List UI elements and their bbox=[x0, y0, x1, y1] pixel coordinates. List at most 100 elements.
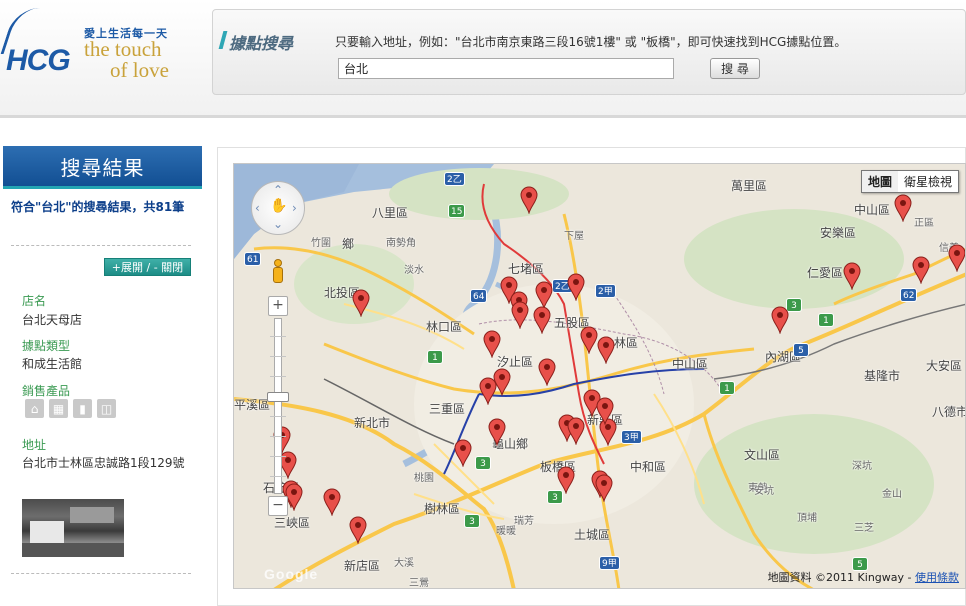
route-badge: 9甲 bbox=[599, 556, 620, 570]
store-marker-icon[interactable] bbox=[912, 256, 930, 284]
store-photo[interactable] bbox=[22, 499, 124, 557]
store-marker-icon[interactable] bbox=[557, 466, 575, 494]
store-marker-icon[interactable] bbox=[349, 516, 367, 544]
search-title: 據點搜尋 bbox=[229, 30, 293, 54]
store-marker-icon[interactable] bbox=[771, 306, 789, 334]
zoom-slider[interactable] bbox=[267, 392, 289, 402]
map-label: 仁愛區 bbox=[807, 266, 844, 280]
route-badge: 3 bbox=[464, 514, 480, 528]
store-type: 和成生活館 bbox=[22, 357, 83, 371]
zoom-out-button[interactable]: − bbox=[268, 496, 288, 516]
store-marker-icon[interactable] bbox=[894, 194, 912, 222]
map-label: 竹圍 bbox=[311, 238, 331, 249]
map-label: 中和區 bbox=[630, 460, 667, 474]
route-badge: 2甲 bbox=[595, 284, 616, 298]
route-badge: 3甲 bbox=[621, 430, 642, 444]
map-label: 三鶯 bbox=[409, 578, 429, 589]
map-label: 土城區 bbox=[574, 528, 611, 542]
pan-up-icon[interactable]: ⌃ bbox=[273, 184, 283, 196]
map-label: 深坑 bbox=[852, 461, 872, 472]
pan-down-icon[interactable]: ⌄ bbox=[273, 218, 283, 230]
map-label: 平溪區 bbox=[234, 398, 271, 412]
map-label: 文山區 bbox=[744, 448, 781, 462]
expand-collapse-button[interactable]: +展開 / - 關閉 bbox=[104, 258, 191, 276]
search-input[interactable] bbox=[338, 58, 674, 79]
hcg-logo[interactable]: HCG 愛上生活每一天 the touch of love bbox=[0, 8, 206, 88]
map-label: 大安區 bbox=[926, 359, 963, 373]
store-name[interactable]: 台北天母店 bbox=[22, 312, 192, 328]
sink-icon: ⌂ bbox=[25, 399, 44, 418]
toilet-icon: ◫ bbox=[97, 399, 116, 418]
route-badge: 1 bbox=[427, 350, 443, 364]
map-view-button[interactable]: 地圖 bbox=[861, 171, 898, 192]
street-view-pegman-icon[interactable] bbox=[270, 259, 286, 285]
site-header: HCG 愛上生活每一天 the touch of love 據點搜尋 只要輸入地… bbox=[0, 0, 966, 118]
store-marker-icon[interactable] bbox=[352, 289, 370, 317]
zoom-in-button[interactable]: + bbox=[268, 296, 288, 316]
map-label: 下屋 bbox=[564, 231, 584, 242]
search-button[interactable]: 搜 尋 bbox=[710, 58, 760, 79]
store-marker-icon[interactable] bbox=[538, 358, 556, 386]
store-marker-icon[interactable] bbox=[323, 488, 341, 516]
route-badge: 64 bbox=[470, 289, 488, 303]
store-marker-icon[interactable] bbox=[454, 439, 472, 467]
map-type-control: 地圖 衛星檢視 bbox=[860, 170, 959, 193]
store-map[interactable]: 萬里區 八里區 中山區 安樂區 信義 正區 仁愛區 七堵區 北投區 林口區 五股區 士林區 中山區 內湖區… bbox=[233, 163, 966, 589]
map-label: 南勢角 bbox=[386, 238, 416, 249]
map-copyright: 地圖資料 ©2011 Kingway - bbox=[767, 571, 912, 584]
map-label: 頂埔 bbox=[797, 513, 817, 524]
store-marker-icon[interactable] bbox=[483, 330, 501, 358]
store-marker-icon[interactable] bbox=[520, 186, 538, 214]
store-marker-icon[interactable] bbox=[535, 281, 553, 309]
map-attribution: 地圖資料 ©2011 Kingway - 使用條款 bbox=[768, 569, 959, 585]
zoom-track[interactable] bbox=[274, 318, 282, 494]
logo-wordmark: HCG bbox=[6, 44, 71, 77]
map-label: 八里區 bbox=[372, 206, 409, 220]
map-label: 暖暖 bbox=[496, 526, 516, 537]
map-label: 鄉 bbox=[342, 237, 355, 251]
route-badge: 5 bbox=[793, 343, 809, 357]
door-icon: ▮ bbox=[73, 399, 92, 418]
address-label: 地址 bbox=[22, 438, 47, 452]
pan-control[interactable]: ⌃ ‹ › ⌄ ✋ bbox=[251, 181, 305, 235]
map-label: 正區 bbox=[914, 218, 934, 229]
store-marker-icon[interactable] bbox=[580, 326, 598, 354]
map-label: 新店區 bbox=[344, 559, 381, 573]
pan-right-icon[interactable]: › bbox=[292, 202, 297, 214]
store-name-label: 店名 bbox=[22, 294, 47, 308]
map-label: 新北市 bbox=[354, 416, 391, 430]
store-marker-icon[interactable] bbox=[596, 397, 614, 425]
store-marker-icon[interactable] bbox=[533, 306, 551, 334]
store-marker-icon[interactable] bbox=[479, 377, 497, 405]
map-label: 安樂區 bbox=[820, 226, 857, 240]
logo-tagline-en-2: of love bbox=[110, 58, 169, 82]
map-label: 林口區 bbox=[426, 320, 463, 334]
map-label: 七堵區 bbox=[508, 262, 545, 276]
divider bbox=[11, 573, 191, 574]
logo-tagline-en-1: the touch bbox=[84, 37, 162, 61]
store-type-label: 據點類型 bbox=[22, 339, 71, 353]
store-marker-icon[interactable] bbox=[843, 262, 861, 290]
store-marker-icon[interactable] bbox=[567, 417, 585, 445]
store-marker-icon[interactable] bbox=[511, 301, 529, 329]
satellite-view-button[interactable]: 衛星檢視 bbox=[897, 171, 958, 192]
store-marker-icon[interactable] bbox=[597, 336, 615, 364]
map-label: 金山 bbox=[882, 489, 902, 500]
map-label: 桃園 bbox=[414, 473, 434, 484]
store-marker-icon[interactable] bbox=[567, 273, 585, 301]
hand-icon: ✋ bbox=[270, 198, 288, 214]
route-badge: 62 bbox=[900, 288, 918, 302]
store-address: 台北市士林區忠誠路1段129號 bbox=[22, 456, 185, 470]
pan-left-icon[interactable]: ‹ bbox=[255, 202, 260, 214]
results-sidebar: 搜尋結果 符合"台北"的搜尋結果，共81筆 +展開 / - 關閉 店名 台北天母… bbox=[0, 146, 205, 606]
google-logo: Google bbox=[264, 566, 319, 582]
store-marker-icon[interactable] bbox=[948, 244, 965, 272]
store-marker-icon[interactable] bbox=[488, 418, 506, 446]
results-header: 搜尋結果 bbox=[3, 146, 202, 189]
store-marker-icon[interactable] bbox=[595, 474, 613, 502]
product-icons: ⌂ ▦ ▮ ◫ bbox=[25, 399, 116, 418]
map-label: 三重區 bbox=[429, 402, 466, 416]
map-label: 三芝 bbox=[854, 523, 874, 534]
search-hint: 只要輸入地址，例如："台北市南京東路三段16號1樓" 或 "板橋"，即可快速找到… bbox=[335, 35, 847, 49]
terms-of-use-link[interactable]: 使用條款 bbox=[915, 571, 959, 584]
